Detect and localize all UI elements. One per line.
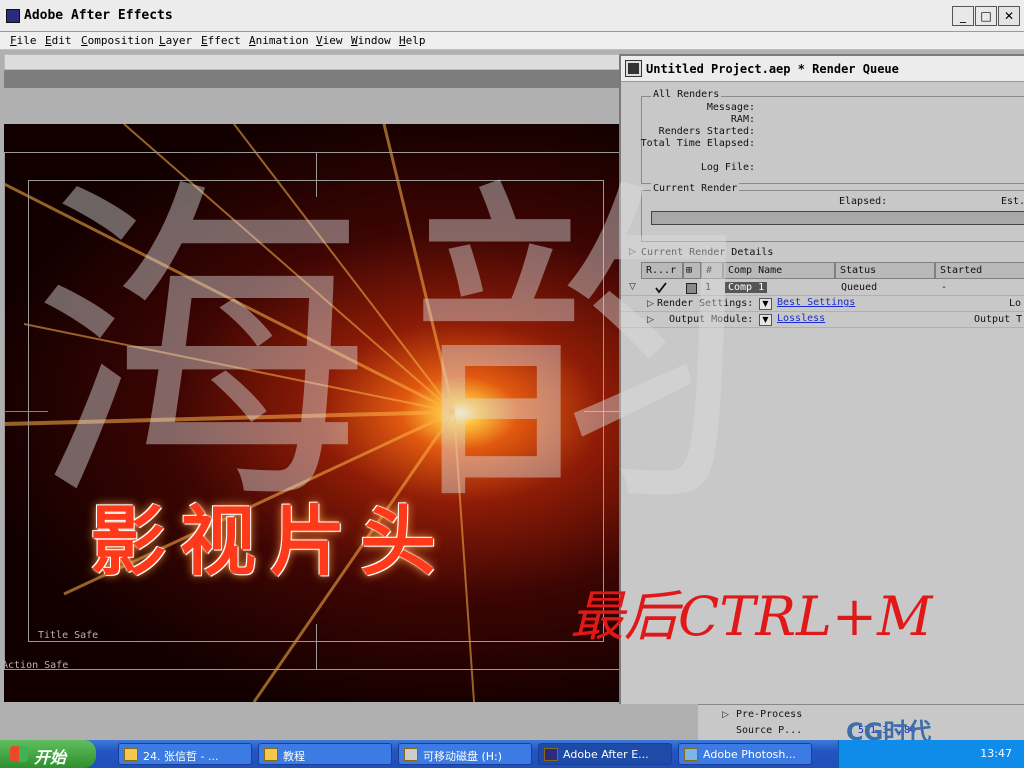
taskbar-item-label: Adobe After E... <box>563 748 649 761</box>
render-settings-label: Render Settings: <box>657 298 754 309</box>
current-render-label: Current Render <box>651 183 740 194</box>
output-module-dropdown[interactable]: ▼ <box>759 314 772 326</box>
output-module-row: ▷ Output Module: ▼ Lossless Output T <box>621 312 1024 328</box>
close-button[interactable]: ✕ <box>998 6 1020 26</box>
taskbar-item-label: Adobe Photosh... <box>703 748 796 761</box>
source-label: Source P... <box>736 725 803 736</box>
action-safe-label: Action Safe <box>4 660 69 671</box>
row-collapse-icon[interactable]: ▽ <box>629 282 636 292</box>
taskbar-item-folder[interactable]: 教程 <box>258 743 392 765</box>
render-settings-link[interactable]: Best Settings <box>777 297 855 308</box>
after-effects-icon <box>6 9 20 23</box>
minimize-button[interactable]: _ <box>952 6 974 26</box>
render-queue-window: Untitled Project.aep * Render Queue All … <box>619 54 1024 704</box>
menu-composition[interactable]: Composition <box>81 34 154 47</box>
photoshop-icon <box>684 748 698 761</box>
queue-status: Queued <box>841 282 878 293</box>
pre-process-label: Pre-Process <box>736 709 803 720</box>
render-progress-bar <box>651 211 1024 225</box>
render-settings-dropdown[interactable]: ▼ <box>759 298 772 310</box>
column-status[interactable]: Status <box>835 262 935 279</box>
taskbar-item-drive[interactable]: 可移动磁盘 (H:) <box>398 743 532 765</box>
headline-text: 影视片头 <box>90 497 450 586</box>
start-button[interactable]: 开始 <box>0 740 96 768</box>
render-settings-row: ▷ Render Settings: ▼ Best Settings Lo <box>621 296 1024 312</box>
column-number[interactable]: # <box>701 262 723 279</box>
all-renders-label: All Renders <box>651 89 722 100</box>
render-settings-expand-icon[interactable]: ▷ <box>647 299 654 309</box>
composition-viewer[interactable]: 影视片头 Title Safe Action Safe <box>4 124 620 702</box>
queue-item-number: 1 <box>705 282 712 293</box>
total-time-elapsed-label: Total Time Elapsed: <box>640 138 755 149</box>
est-label: Est. <box>1001 196 1024 207</box>
output-to-label: Output T <box>974 314 1023 325</box>
menu-edit[interactable]: Edit <box>45 34 72 47</box>
title-safe-label: Title Safe <box>38 630 99 641</box>
center-crosshair-left <box>4 411 48 412</box>
output-module-label: Output Module: <box>669 314 754 325</box>
taskbar-item-photoshop[interactable]: Adobe Photosh... <box>678 743 812 765</box>
render-queue-titlebar[interactable]: Untitled Project.aep * Render Queue <box>621 56 1024 82</box>
render-settings-right-label: Lo <box>1009 298 1022 309</box>
taskbar: 开始 24. 张信哲 - ... 教程 可移动磁盘 (H:) Adobe Aft… <box>0 740 1024 768</box>
current-render-details-label[interactable]: Current Render Details <box>641 247 773 258</box>
pre-process-expand-icon[interactable]: ▷ <box>722 710 729 720</box>
render-queue-title: Untitled Project.aep * Render Queue <box>646 62 899 76</box>
after-effects-app: Adobe After Effects _ □ ✕ File Edit Comp… <box>0 0 1024 768</box>
queue-started: - <box>941 282 948 293</box>
window-title: Adobe After Effects <box>24 8 173 23</box>
renders-started-label: Renders Started: <box>658 126 755 137</box>
center-crosshair-top <box>316 152 317 197</box>
menu-animation[interactable]: Animation <box>249 34 309 47</box>
output-module-link[interactable]: Lossless <box>777 313 825 324</box>
maximize-button[interactable]: □ <box>975 6 997 26</box>
message-label: Message: <box>706 102 755 113</box>
queue-comp-name[interactable]: Comp 1 <box>725 282 768 293</box>
queue-row[interactable]: ▽ 1 Comp 1 Queued - <box>621 280 1024 296</box>
column-comp-name[interactable]: Comp Name <box>723 262 835 279</box>
taskbar-item-label: 可移动磁盘 (H:) <box>423 750 503 763</box>
windows-flag-icon <box>10 746 28 762</box>
menu-help[interactable]: Help <box>399 34 426 47</box>
music-player-icon <box>124 748 138 761</box>
toolbar-strip <box>4 54 620 70</box>
menu-file[interactable]: File <box>10 34 37 47</box>
menu-bar: File Edit Composition Layer Effect Anima… <box>0 32 1024 50</box>
ram-label: RAM: <box>730 114 755 125</box>
taskbar-item-label: 24. 张信哲 - ... <box>143 750 219 763</box>
menu-layer[interactable]: Layer <box>159 34 192 47</box>
title-bar: Adobe After Effects _ □ ✕ <box>0 0 1024 32</box>
center-crosshair-right <box>584 411 620 412</box>
clock[interactable]: 13:47 <box>980 747 1012 760</box>
column-started[interactable]: Started <box>935 262 1024 279</box>
column-render[interactable]: R...r <box>641 262 683 279</box>
after-effects-icon <box>544 748 558 761</box>
menu-window[interactable]: Window <box>351 34 391 47</box>
log-file-label: Log File: <box>700 162 755 173</box>
label-color-swatch[interactable] <box>686 283 697 294</box>
elapsed-label: Elapsed: <box>839 196 888 207</box>
details-expand-icon[interactable]: ▷ <box>629 247 636 257</box>
menu-effect[interactable]: Effect <box>201 34 241 47</box>
folder-icon <box>264 748 278 761</box>
drive-icon <box>404 748 418 761</box>
render-queue-icon <box>625 60 642 77</box>
render-checkbox[interactable] <box>655 282 667 294</box>
start-label: 开始 <box>34 748 67 767</box>
taskbar-item-music[interactable]: 24. 张信哲 - ... <box>118 743 252 765</box>
menu-view[interactable]: View <box>316 34 343 47</box>
center-crosshair-bottom <box>316 624 317 670</box>
output-module-expand-icon[interactable]: ▷ <box>647 315 654 325</box>
comp-header-strip <box>4 70 620 88</box>
column-label-icon[interactable]: ⊞ <box>683 262 701 279</box>
taskbar-item-label: 教程 <box>283 750 305 763</box>
system-tray: 13:47 <box>838 740 1024 768</box>
taskbar-item-after-effects[interactable]: Adobe After E... <box>538 743 672 765</box>
